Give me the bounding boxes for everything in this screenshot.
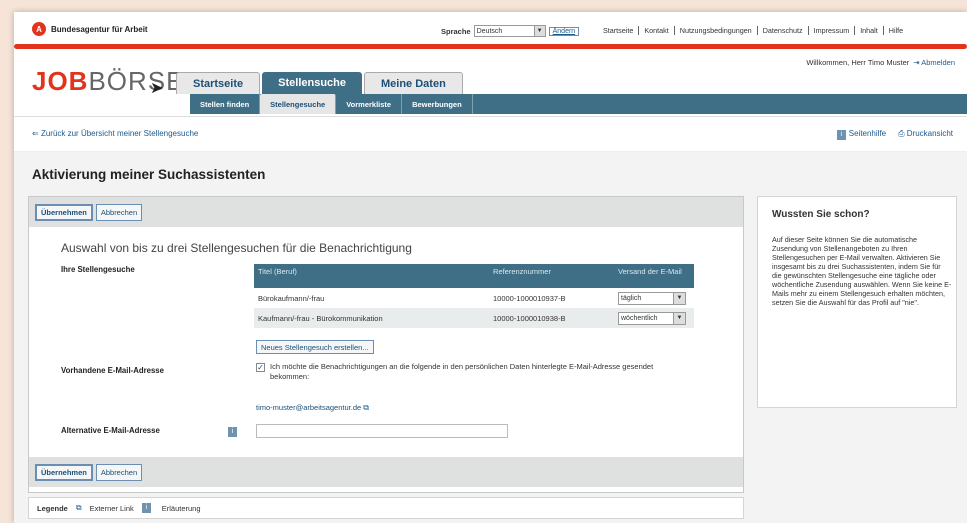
mouse-cursor-icon: ➤ (150, 80, 164, 97)
logout-label: Abmelden (921, 58, 955, 67)
alt-email-label: Alternative E-Mail-Adresse (61, 426, 160, 435)
link-inhalt[interactable]: Inhalt (855, 26, 884, 35)
link-hilfe[interactable]: Hilfe (884, 26, 908, 35)
link-kontakt[interactable]: Kontakt (639, 26, 675, 35)
info-icon: i (836, 130, 846, 140)
did-you-know-box: Wussten Sie schon? Auf dieser Seite könn… (757, 196, 957, 408)
column-header-ref: Referenznummer (489, 264, 614, 288)
subtab-vormerkliste[interactable]: Vormerkliste (336, 94, 403, 114)
welcome-text: Willkommen, Herr Timo Muster (806, 58, 910, 67)
help-links: i Seitenhilfe ⎙ Druckansicht (836, 129, 953, 140)
info-icon[interactable]: i (228, 427, 237, 437)
sub-navigation: Stellen finden Stellengesuche Vormerklis… (190, 94, 967, 114)
consent-checkbox[interactable]: ✓ (256, 363, 265, 372)
dispatch-cell: täglich ▼ (614, 288, 694, 308)
dispatch-value: täglich (621, 294, 642, 302)
ba-logo-icon: A (32, 22, 46, 36)
language-label: Sprache (441, 26, 471, 36)
alt-email-input[interactable] (256, 424, 508, 438)
email-value: timo-muster@arbeitsagentur.de ⧉ (256, 403, 369, 413)
print-icon: ⎙ (898, 129, 905, 138)
language-value: Deutsch (476, 27, 503, 35)
print-view-link[interactable]: ⎙ Druckansicht (898, 129, 953, 140)
existing-email-label: Vorhandene E-Mail-Adresse (61, 366, 164, 375)
back-arrow-icon: ⇐ (32, 129, 39, 138)
search-assistant-form: Übernehmen Abbrechen Auswahl von bis zu … (28, 196, 744, 493)
email-address: timo-muster@arbeitsagentur.de (256, 403, 362, 412)
action-bar-top: Übernehmen Abbrechen (29, 197, 743, 227)
new-request-button[interactable]: Neues Stellengesuch erstellen... (256, 340, 374, 354)
legend: Legende ⧉ Externer Link i Erläuterung (28, 497, 744, 519)
page-help-label: Seitenhilfe (848, 129, 887, 138)
chevron-down-icon: ▼ (673, 292, 685, 304)
cancel-button-top[interactable]: Abbrechen (95, 203, 143, 221)
legend-explanation: Erläuterung (161, 503, 201, 513)
legend-external-link: Externer Link (89, 503, 134, 513)
back-link-label: Zurück zur Übersicht meiner Stellengesuc… (40, 129, 199, 138)
logout-link[interactable]: ⇥ Abmelden (913, 58, 955, 67)
dispatch-select[interactable]: täglich ▼ (618, 291, 686, 305)
section-title: Auswahl von bis zu drei Stellengesuchen … (61, 241, 412, 255)
consent-text: Ich möchte die Benachrichtigungen an die… (270, 362, 654, 381)
utility-row: ⇐ Zurück zur Übersicht meiner Stellenges… (14, 116, 967, 152)
sidebar-text: Auf dieser Seite können Sie die automati… (772, 235, 952, 307)
table-row: Kaufmann/-frau - Bürokommunikation 10000… (254, 308, 694, 328)
dispatch-select[interactable]: wöchentlich ▼ (618, 311, 686, 325)
link-datenschutz[interactable]: Datenschutz (758, 26, 809, 35)
dispatch-value: wöchentlich (621, 314, 658, 322)
print-view-label: Druckansicht (906, 129, 953, 138)
cancel-button-bottom[interactable]: Abbrechen (95, 463, 143, 481)
page-help-link[interactable]: i Seitenhilfe (836, 129, 887, 140)
link-impressum[interactable]: Impressum (809, 26, 856, 35)
subtab-stellengesuche[interactable]: Stellengesuche (260, 94, 337, 114)
page-title: Aktivierung meiner Suchassistenten (32, 167, 266, 182)
tab-startseite[interactable]: Startseite (176, 72, 261, 94)
main-tabs: Startseite Stellensuche Meine Daten (176, 72, 463, 94)
column-header-title: Titel (Beruf) (254, 264, 489, 288)
ba-logo[interactable]: A Bundesagentur für Arbeit (32, 22, 148, 36)
tab-stellensuche[interactable]: Stellensuche (262, 72, 362, 94)
language-select[interactable]: Deutsch ▼ (473, 25, 546, 37)
legend-title: Legende (37, 503, 68, 513)
subtab-bewerbungen[interactable]: Bewerbungen (402, 94, 473, 114)
chevron-down-icon: ▼ (533, 26, 545, 36)
table-header-row: Titel (Beruf) Referenznummer Versand der… (254, 264, 694, 288)
requests-table: Titel (Beruf) Referenznummer Versand der… (254, 264, 694, 328)
tab-meine-daten[interactable]: Meine Daten (364, 72, 463, 94)
link-nutzungsbedingungen[interactable]: Nutzungsbedingungen (675, 26, 758, 35)
logo-boerse-text: BÖRSE (88, 66, 185, 96)
accept-button-bottom[interactable]: Übernehmen (35, 463, 93, 481)
change-language-button[interactable]: Ändern (548, 26, 580, 36)
info-icon: i (141, 503, 151, 513)
column-header-dispatch: Versand der E-Mail (614, 264, 694, 288)
chevron-down-icon: ▼ (673, 312, 685, 324)
row-title: Bürokaufmann/-frau (254, 288, 489, 308)
dispatch-cell: wöchentlich ▼ (614, 308, 694, 328)
logo-job-text: JOB (32, 66, 89, 96)
sidebar-title: Wussten Sie schon? (772, 209, 870, 220)
logout-icon: ⇥ (913, 58, 920, 67)
link-startseite[interactable]: Startseite (598, 26, 640, 35)
accept-button-top[interactable]: Übernehmen (35, 203, 93, 221)
row-title: Kaufmann/-frau - Bürokommunikation (254, 308, 489, 328)
language-selector: Sprache Deutsch ▼ Ändern (441, 25, 580, 37)
brand-divider (14, 44, 967, 49)
row-ref: 10000-1000010938-B (489, 308, 614, 328)
org-name: Bundesagentur für Arbeit (51, 24, 148, 34)
subtab-stellen-finden[interactable]: Stellen finden (190, 94, 261, 114)
external-link-icon: ⧉ (75, 503, 82, 512)
my-requests-label: Ihre Stellengesuche (61, 265, 135, 274)
action-bar-bottom: Übernehmen Abbrechen (29, 457, 743, 487)
external-link-icon[interactable]: ⧉ (363, 403, 369, 412)
browser-page: A Bundesagentur für Arbeit Sprache Deuts… (14, 12, 967, 523)
form-body: Auswahl von bis zu drei Stellengesuchen … (29, 227, 743, 457)
table-row: Bürokaufmann/-frau 10000-1000010937-B tä… (254, 288, 694, 308)
top-links: Startseite Kontakt Nutzungsbedingungen D… (598, 26, 908, 35)
back-link[interactable]: ⇐ Zurück zur Übersicht meiner Stellenges… (32, 129, 198, 138)
row-ref: 10000-1000010937-B (489, 288, 614, 308)
welcome-area: Willkommen, Herr Timo Muster ⇥ Abmelden (806, 58, 955, 67)
